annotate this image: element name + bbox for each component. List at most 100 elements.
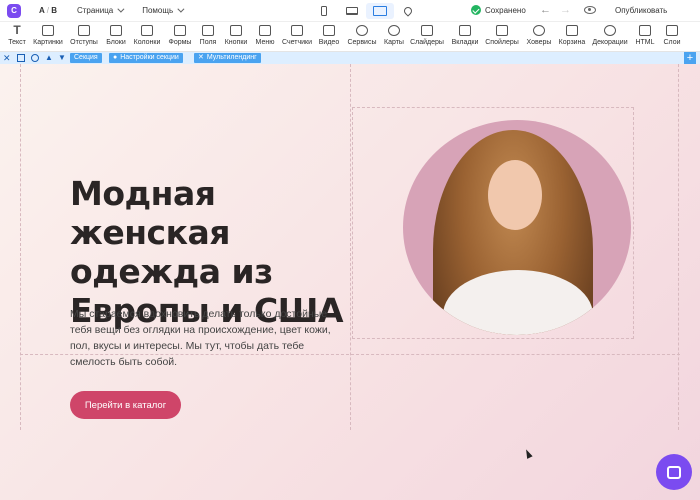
- face-shape: [488, 160, 542, 230]
- ab-separator: /: [46, 6, 49, 15]
- undo-icon[interactable]: ←: [540, 4, 551, 16]
- device-laptop-button[interactable]: [338, 3, 366, 19]
- tool-label: Меню: [255, 39, 275, 46]
- elements-toolbar: T Текст Картинки Отступы Блоки Колонки Фо…: [0, 22, 700, 52]
- forms-icon: [174, 25, 186, 36]
- close-icon[interactable]: ✕: [3, 52, 11, 64]
- chat-icon: [667, 465, 681, 479]
- tool-label: Сервисы: [347, 39, 377, 46]
- location-pin-icon: [402, 5, 414, 17]
- buttons-icon: [230, 25, 242, 36]
- ab-variant-a: A: [39, 6, 45, 15]
- help-menu-label: Помощь: [142, 6, 174, 15]
- device-switcher: [310, 3, 422, 19]
- tool-label: Спойлеры: [485, 39, 519, 46]
- redo-icon[interactable]: →: [560, 4, 571, 16]
- tool-label: Текст: [8, 39, 26, 46]
- guide-line: [350, 64, 351, 430]
- move-up-icon[interactable]: ▲: [45, 52, 53, 64]
- shuffle-icon: ✕: [198, 54, 204, 61]
- columns-icon: [141, 25, 153, 36]
- guide-line: [20, 64, 21, 430]
- device-desktop-button[interactable]: [366, 3, 394, 19]
- text-icon: T: [13, 23, 21, 37]
- phone-icon: [321, 6, 327, 16]
- menu-icon: [259, 25, 271, 36]
- layers-icon: [666, 25, 678, 36]
- html-icon: [639, 25, 651, 36]
- ab-variant-b: B: [51, 6, 57, 15]
- laptop-icon: [346, 7, 358, 15]
- tool-label: Картинки: [33, 39, 63, 46]
- chevron-down-icon: [177, 5, 185, 13]
- copy-icon[interactable]: [17, 54, 25, 62]
- tool-images[interactable]: Картинки: [28, 25, 68, 46]
- tool-label: Слайдеры: [410, 39, 444, 46]
- page-menu[interactable]: Страница: [76, 5, 125, 15]
- tool-label: Поля: [199, 39, 217, 46]
- top-bar: C A / B Страница Помощь Сохранено ← → Оп…: [0, 0, 700, 22]
- counters-icon: [291, 25, 303, 36]
- tool-cart[interactable]: Корзина: [552, 25, 592, 46]
- hero-description[interactable]: Мы стараемся вдохновить делать только до…: [70, 306, 340, 370]
- help-menu[interactable]: Помощь: [142, 5, 185, 15]
- cart-icon: [566, 25, 578, 36]
- tool-tabs[interactable]: Вкладки: [445, 25, 485, 46]
- tool-decorations[interactable]: Декорации: [590, 25, 630, 46]
- link-icon[interactable]: [31, 54, 39, 62]
- image-icon: [42, 25, 54, 36]
- tool-label: Вкладки: [451, 39, 479, 46]
- check-icon: [471, 5, 481, 15]
- tool-label: Слои: [663, 39, 681, 46]
- multilanding-label: Мультилендинг: [206, 54, 257, 61]
- section-toolbar: ✕ ▲ ▼ Секция ● Настройки секции ✕ Мульти…: [0, 52, 700, 64]
- section-button[interactable]: Секция: [70, 53, 102, 63]
- tool-label: Корзина: [558, 39, 586, 46]
- blocks-icon: [110, 25, 122, 36]
- services-icon: [356, 25, 368, 36]
- tool-spoilers[interactable]: Спойлеры: [482, 25, 522, 46]
- tool-label: Колонки: [133, 39, 161, 46]
- tool-label: Карты: [384, 39, 404, 46]
- page-menu-label: Страница: [76, 6, 114, 15]
- tool-label: Видео: [318, 39, 340, 46]
- device-location-button[interactable]: [394, 3, 422, 19]
- tabs-icon: [459, 25, 471, 36]
- tool-label: Счетчики: [281, 39, 313, 46]
- monitor-icon: [373, 6, 387, 16]
- device-mobile-button[interactable]: [310, 3, 338, 19]
- save-status-label: Сохранено: [485, 5, 526, 15]
- chat-widget-button[interactable]: [656, 454, 692, 490]
- preview-eye-icon[interactable]: [584, 6, 596, 14]
- tool-label: Блоки: [106, 39, 126, 46]
- tool-label: Отступы: [70, 39, 98, 46]
- hero-image[interactable]: [403, 120, 631, 335]
- publish-button[interactable]: Опубликовать: [615, 6, 667, 15]
- video-icon: [323, 25, 335, 36]
- multilanding-button[interactable]: ✕ Мультилендинг: [194, 53, 261, 63]
- spoilers-icon: [496, 25, 508, 36]
- sliders-icon: [421, 25, 433, 36]
- save-status: Сохранено: [471, 5, 526, 15]
- map-icon: [388, 25, 400, 36]
- tool-label: Кнопки: [224, 39, 248, 46]
- tool-label: Декорации: [592, 39, 628, 46]
- drop-icon: ●: [113, 54, 118, 61]
- spacing-icon: [78, 25, 90, 36]
- tool-layers[interactable]: Слои: [652, 25, 692, 46]
- app-logo-icon[interactable]: C: [7, 3, 21, 18]
- hovers-icon: [533, 25, 545, 36]
- ab-test-switch[interactable]: A / B: [39, 6, 57, 15]
- chevron-down-icon: [117, 5, 125, 13]
- tool-sliders[interactable]: Слайдеры: [407, 25, 447, 46]
- decorations-icon: [604, 25, 616, 36]
- fields-icon: [202, 25, 214, 36]
- tool-label: Ховеры: [526, 39, 552, 46]
- section-settings-label: Настройки секции: [120, 54, 179, 61]
- section-settings-button[interactable]: ● Настройки секции: [109, 53, 183, 63]
- guide-line: [678, 64, 679, 430]
- catalog-button[interactable]: Перейти в каталог: [70, 391, 181, 419]
- section-label: Секция: [74, 54, 98, 61]
- add-section-button[interactable]: +: [684, 52, 696, 64]
- move-down-icon[interactable]: ▼: [58, 52, 66, 64]
